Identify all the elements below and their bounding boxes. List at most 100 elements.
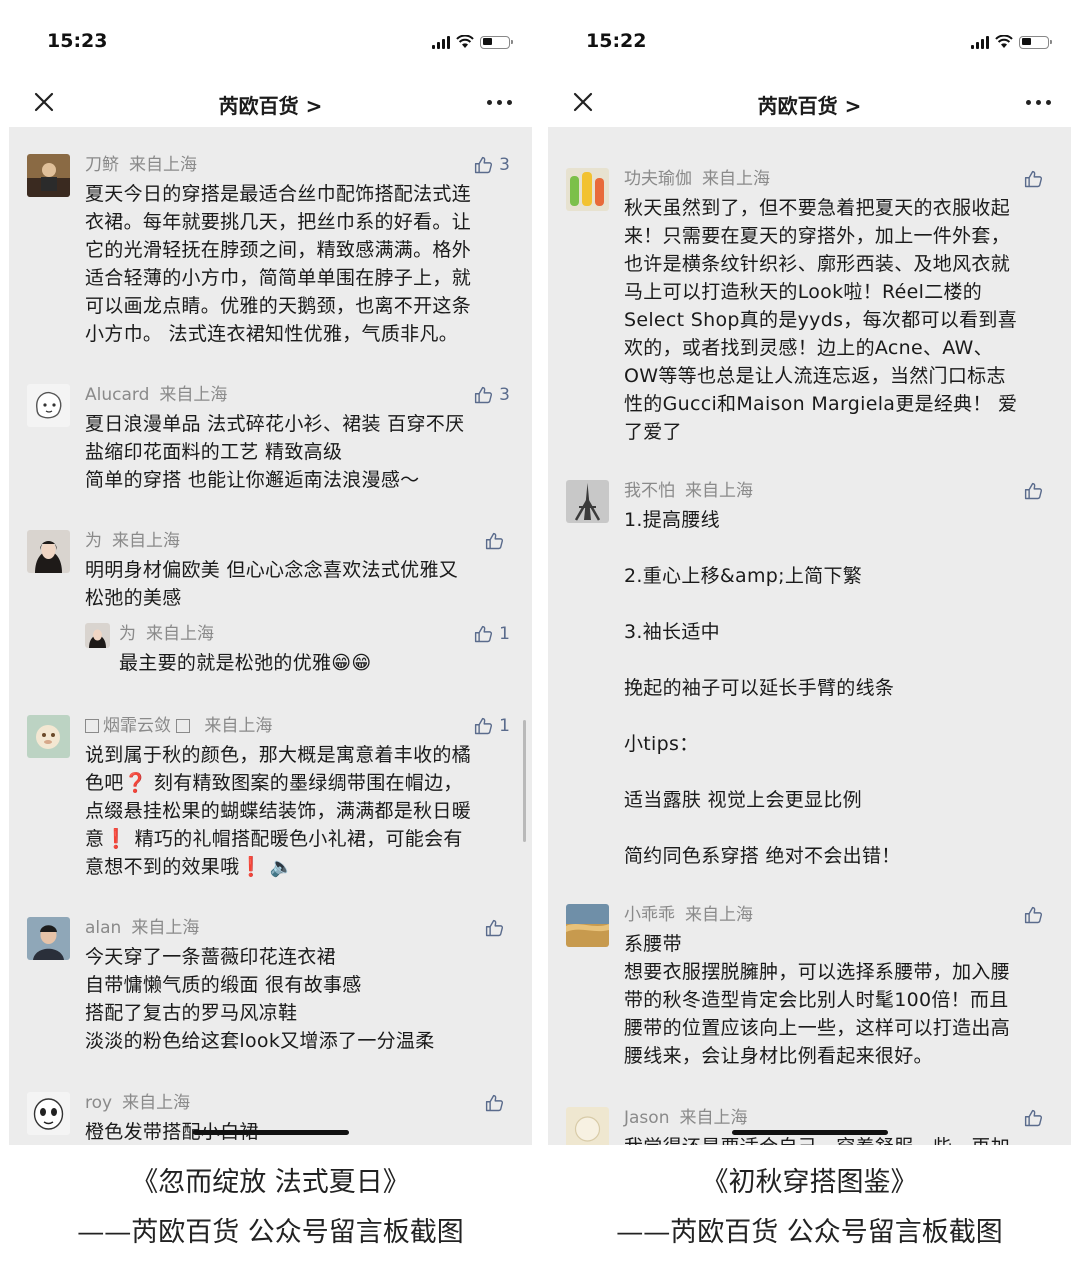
- like-count: 1: [499, 716, 510, 736]
- battery-icon: [480, 35, 513, 49]
- comment-location: 来自上海: [685, 481, 753, 501]
- comment-location: 来自上海: [146, 624, 214, 644]
- thumbs-up-icon: [1024, 482, 1043, 499]
- avatar[interactable]: [566, 904, 609, 947]
- status-icons: [971, 34, 1052, 50]
- like-button[interactable]: 3: [473, 154, 510, 176]
- commenter-name[interactable]: alan: [85, 918, 121, 938]
- like-button[interactable]: [1023, 168, 1049, 190]
- like-button[interactable]: [1023, 904, 1049, 926]
- home-indicator[interactable]: [192, 1130, 349, 1135]
- commenter-name[interactable]: 为: [85, 531, 102, 551]
- commenter-name[interactable]: roy: [85, 1093, 112, 1113]
- signal-icon: [432, 35, 450, 49]
- thumbs-up-icon: [475, 717, 493, 734]
- avatar[interactable]: [566, 1107, 609, 1145]
- like-button[interactable]: [1023, 1107, 1049, 1129]
- commenter-name[interactable]: Alucard: [85, 385, 149, 405]
- left-caption-subtitle: ——芮欧百货 公众号留言板截图: [77, 1217, 464, 1248]
- avatar[interactable]: [27, 530, 70, 573]
- status-bar: 15:23: [9, 0, 532, 80]
- nav-bar: 芮欧百货 >: [9, 80, 532, 127]
- more-icon[interactable]: [1026, 100, 1051, 105]
- avatar[interactable]: [27, 1092, 70, 1135]
- comment-meta: 为来自上海: [119, 623, 510, 645]
- avatar[interactable]: [566, 168, 609, 211]
- comment-text: 秋天虽然到了，但不要急着把夏天的衣服收起 来！只需要在夏天的穿搭外，加上一件外套…: [624, 197, 1018, 443]
- like-count: 3: [499, 385, 510, 405]
- comment-location: 来自上海: [159, 385, 228, 405]
- nav-title[interactable]: 芮欧百货 >: [548, 90, 1071, 119]
- commenter-name[interactable]: 为: [119, 624, 136, 644]
- commenter-name[interactable]: Jason: [624, 1108, 669, 1128]
- thumbs-up-icon: [485, 1094, 504, 1111]
- comment-location: 来自上海: [685, 905, 753, 925]
- like-button[interactable]: [484, 530, 510, 552]
- thumbs-up-icon: [475, 386, 493, 403]
- like-button[interactable]: 1: [473, 715, 510, 737]
- like-button[interactable]: 1: [473, 623, 510, 645]
- right-caption-title: 《初秋穿搭图鉴》: [701, 1167, 918, 1198]
- like-button[interactable]: [1023, 480, 1049, 502]
- commenter-name[interactable]: 功夫瑜伽: [624, 169, 692, 189]
- commenter-name[interactable]: 我不怕: [624, 481, 675, 501]
- more-icon[interactable]: [487, 100, 512, 105]
- avatar[interactable]: [27, 917, 70, 960]
- comment-meta: 刀鲚 来自上海: [85, 154, 510, 176]
- comment-location: 来自上海: [702, 169, 770, 189]
- comment-text: 夏日浪漫单品 法式碎花小衫、裙装 百穿不厌 盐缩印花面料的工艺 精致高级 简单的…: [85, 413, 465, 491]
- comment-text: 今天穿了一条蔷薇印花连衣裙 自带慵懒气质的缎面 很有故事感 搭配了复古的罗马风凉…: [85, 946, 435, 1052]
- wifi-icon: [995, 35, 1013, 48]
- right-caption-subtitle: ——芮欧百货 公众号留言板截图: [616, 1217, 1003, 1248]
- comment-location: 来自上海: [112, 531, 180, 551]
- thumbs-up-icon: [1024, 906, 1043, 923]
- scrollbar[interactable]: [523, 720, 526, 842]
- comment-location: 来自上海: [131, 918, 200, 938]
- avatar[interactable]: [27, 154, 70, 197]
- battery-icon: [1019, 35, 1052, 49]
- thumbs-up-icon: [475, 156, 493, 173]
- comment-text: 明明身材偏欧美 但心心念念喜欢法式优雅又 松弛的美感: [85, 559, 459, 609]
- left-caption-title: 《忽而绽放 法式夏日》: [131, 1167, 410, 1198]
- commenter-name[interactable]: 小乖乖: [624, 905, 675, 925]
- comment-location: 来自上海: [204, 716, 273, 736]
- comment-meta: roy 来自上海: [85, 1092, 510, 1114]
- status-time: 15:23: [47, 30, 108, 52]
- home-indicator[interactable]: [731, 1130, 888, 1135]
- like-count: 3: [499, 155, 510, 175]
- like-button[interactable]: [484, 1092, 510, 1114]
- square-icon: [176, 719, 191, 733]
- comment-location: 来自上海: [122, 1093, 191, 1113]
- comment-meta: alan 来自上海: [85, 917, 510, 939]
- comment-text: 最主要的就是松弛的优雅😁😁: [119, 652, 372, 674]
- thumbs-up-icon: [485, 532, 504, 549]
- commenter-name[interactable]: 烟霏云敛: [103, 716, 171, 736]
- signal-icon: [971, 35, 989, 49]
- comment-text: 说到属于秋的颜色，那大概是寓意着丰收的橘 色吧❓ 刻有精致图案的墨绿绸带围在帽边…: [85, 744, 472, 878]
- comment-text: 系腰带 想要衣服摆脱臃肿，可以选择系腰带，加入腰 带的秋冬造型肯定会比别人时髦1…: [624, 933, 1011, 1067]
- nav-bar: 芮欧百货 >: [548, 80, 1071, 127]
- comment-meta: Jason 来自上海: [624, 1107, 1049, 1129]
- comment-list[interactable]: 功夫瑜伽 来自上海 秋天虽然到了，但不要急着把夏天的衣服收起 来！只需要在夏天的穿…: [548, 127, 1071, 1145]
- like-button[interactable]: 3: [473, 384, 510, 406]
- nav-title[interactable]: 芮欧百货 >: [9, 90, 532, 119]
- square-icon: [85, 719, 99, 733]
- right-phone-screenshot: 15:22 芮欧百货 > 功夫瑜伽 来自上海 秋天虽然到了，但不要急着把夏天的衣服…: [548, 0, 1071, 1145]
- comment-meta: 功夫瑜伽 来自上海: [624, 168, 1049, 190]
- avatar[interactable]: [85, 623, 110, 648]
- status-icons: [432, 34, 513, 50]
- thumbs-up-icon: [1024, 1109, 1043, 1126]
- left-phone-screenshot: 15:23 芮欧百货 > 刀鲚 来自上海 3 夏天今日的穿搭是最适合丝巾配饰搭配法…: [9, 0, 532, 1145]
- thumbs-up-icon: [475, 625, 493, 642]
- avatar[interactable]: [27, 715, 70, 758]
- avatar[interactable]: [27, 384, 70, 427]
- status-bar: 15:22: [548, 0, 1071, 80]
- commenter-name[interactable]: 刀鲚: [85, 155, 119, 175]
- comment-list[interactable]: 刀鲚 来自上海 3 夏天今日的穿搭是最适合丝巾配饰搭配法式连 衣裙。每年就要挑几天…: [9, 127, 532, 1145]
- comment-text: 夏天今日的穿搭是最适合丝巾配饰搭配法式连 衣裙。每年就要挑几天，把丝巾系的好看。…: [85, 183, 472, 345]
- comment-meta: 烟霏云敛 来自上海: [85, 715, 510, 737]
- avatar[interactable]: [566, 480, 609, 523]
- like-button[interactable]: [484, 917, 510, 939]
- thumbs-up-icon: [485, 919, 504, 936]
- comment-meta: 我不怕 来自上海: [624, 480, 1049, 502]
